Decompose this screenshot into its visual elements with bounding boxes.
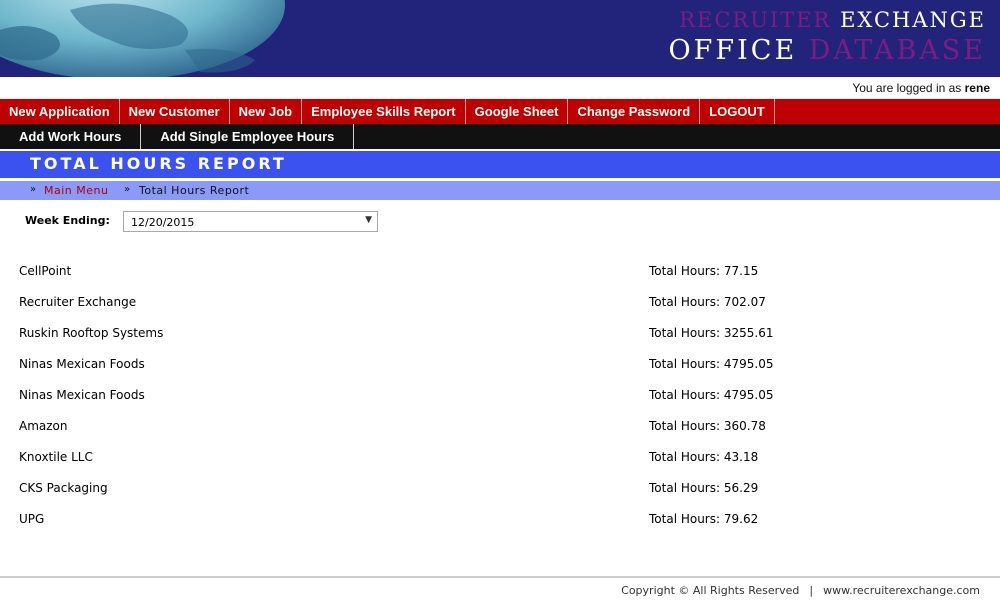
nav-add-single-employee-hours[interactable]: Add Single Employee Hours: [141, 124, 355, 149]
breadcrumb: » Main Menu » Total Hours Report: [0, 181, 1000, 200]
double-chevron-right-icon: »: [124, 184, 131, 195]
nav-employee-skills-report[interactable]: Employee Skills Report: [302, 99, 466, 124]
total-hours: Total Hours: 3255.61: [649, 326, 774, 340]
main-nav: New Application New Customer New Job Emp…: [0, 99, 1000, 124]
list-item: CellPoint Total Hours: 77.15: [0, 264, 1000, 286]
company-name: UPG: [19, 512, 45, 526]
site-footer: Copyright © All Rights Reserved | www.recr…: [621, 584, 980, 597]
total-hours: Total Hours: 79.62: [649, 512, 759, 526]
company-name: Ninas Mexican Foods: [19, 388, 145, 402]
brand-word-recruiter: RECRUITER: [679, 8, 832, 32]
page-title-bar: TOTAL HOURS REPORT: [0, 151, 1000, 178]
nav-new-job[interactable]: New Job: [230, 99, 303, 124]
nav-add-work-hours[interactable]: Add Work Hours: [0, 124, 142, 149]
nav-logout[interactable]: LOGOUT: [700, 99, 775, 124]
company-name: Ruskin Rooftop Systems: [19, 326, 164, 340]
total-hours: Total Hours: 360.78: [649, 419, 766, 433]
footer-divider: [0, 576, 1000, 578]
list-item: CKS Packaging Total Hours: 56.29: [0, 481, 1000, 503]
nav-change-password[interactable]: Change Password: [568, 99, 701, 124]
brand-word-office: OFFICE: [668, 35, 798, 66]
login-prefix: You are logged in as: [852, 81, 962, 95]
brand-word-database: DATABASE: [808, 35, 986, 66]
total-hours: Total Hours: 77.15: [649, 264, 759, 278]
login-username: rene: [964, 81, 990, 95]
total-hours: Total Hours: 4795.05: [649, 388, 774, 402]
login-status: You are logged in as rene: [852, 81, 990, 95]
breadcrumb-current: Total Hours Report: [139, 184, 250, 197]
breadcrumb-main-menu[interactable]: Main Menu: [44, 184, 108, 197]
list-item: Amazon Total Hours: 360.78: [0, 419, 1000, 441]
brand-word-exchange: EXCHANGE: [840, 8, 986, 32]
double-chevron-right-icon: »: [30, 184, 37, 195]
copyright-text: Copyright © All Rights Reserved: [621, 584, 800, 597]
total-hours: Total Hours: 56.29: [649, 481, 759, 495]
list-item: UPG Total Hours: 79.62: [0, 512, 1000, 534]
company-name: Ninas Mexican Foods: [19, 357, 145, 371]
list-item: Ruskin Rooftop Systems Total Hours: 3255.…: [0, 326, 1000, 348]
total-hours: Total Hours: 702.07: [649, 295, 766, 309]
week-ending-value: 12/20/2015: [131, 216, 195, 229]
company-name: Recruiter Exchange: [19, 295, 137, 309]
site-header: RECRUITER EXCHANGE OFFICE DATABASE: [0, 0, 1000, 77]
globe-image: [0, 0, 285, 77]
nav-new-application[interactable]: New Application: [0, 99, 120, 124]
list-item: Recruiter Exchange Total Hours: 702.07: [0, 295, 1000, 317]
sub-nav: Add Work Hours Add Single Employee Hours: [0, 124, 1000, 149]
company-name: Knoxtile LLC: [19, 450, 93, 464]
company-name: Amazon: [19, 419, 68, 433]
company-name: CellPoint: [19, 264, 72, 278]
nav-google-sheet[interactable]: Google Sheet: [466, 99, 569, 124]
site-link[interactable]: www.recruiterexchange.com: [823, 584, 980, 597]
footer-separator: |: [809, 584, 814, 597]
list-item: Ninas Mexican Foods Total Hours: 4795.05: [0, 357, 1000, 379]
total-hours: Total Hours: 43.18: [649, 450, 759, 464]
week-ending-label: Week Ending:: [25, 214, 110, 227]
nav-new-customer[interactable]: New Customer: [120, 99, 230, 124]
company-name: CKS Packaging: [19, 481, 108, 495]
list-item: Knoxtile LLC Total Hours: 43.18: [0, 450, 1000, 472]
total-hours: Total Hours: 4795.05: [649, 357, 774, 371]
triangle-down-icon: ▼: [365, 215, 372, 225]
page-title: TOTAL HOURS REPORT: [30, 154, 287, 173]
list-item: Ninas Mexican Foods Total Hours: 4795.05: [0, 388, 1000, 410]
brand-logo: RECRUITER EXCHANGE OFFICE DATABASE: [669, 6, 986, 68]
week-ending-select[interactable]: 12/20/2015 ▼: [123, 211, 378, 232]
